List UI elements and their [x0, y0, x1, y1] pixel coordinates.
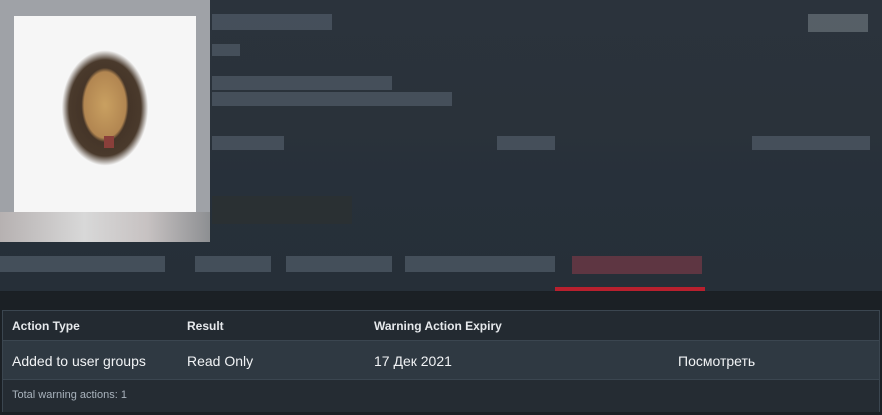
- obscured-tab[interactable]: [286, 256, 392, 272]
- avatar-picture: [42, 36, 168, 186]
- page: Action Type Result Warning Action Expiry…: [0, 0, 882, 415]
- table-footer: Total warning actions: 1: [3, 380, 879, 412]
- header-action-type: Action Type: [12, 319, 80, 333]
- obscured-text: [212, 92, 452, 106]
- active-tab-indicator: [555, 287, 705, 291]
- obscured-text: [212, 196, 352, 224]
- view-link[interactable]: Посмотреть: [678, 353, 755, 369]
- cell-action-type: Added to user groups: [12, 353, 146, 369]
- obscured-tab[interactable]: [405, 256, 555, 272]
- warning-actions-table: Action Type Result Warning Action Expiry…: [2, 310, 880, 412]
- obscured-stat: [497, 136, 555, 150]
- table-row: Added to user groups Read Only 17 Дек 20…: [3, 341, 879, 380]
- cell-expiry: 17 Дек 2021: [374, 353, 452, 369]
- avatar-image: [14, 16, 196, 212]
- total-warning-actions: Total warning actions: 1: [12, 389, 127, 401]
- obscured-stat: [212, 136, 284, 150]
- header-result: Result: [187, 319, 224, 333]
- profile-header-obscured: [0, 0, 882, 292]
- obscured-stat: [752, 136, 870, 150]
- obscured-tab[interactable]: [195, 256, 271, 272]
- obscured-username: [212, 14, 332, 30]
- obscured-text: [212, 76, 392, 90]
- obscured-text: [212, 44, 240, 56]
- obscured-button[interactable]: [808, 14, 868, 32]
- avatar-caption-obscured: [0, 212, 210, 242]
- obscured-tab-active[interactable]: [572, 256, 702, 274]
- avatar[interactable]: [0, 0, 210, 242]
- obscured-tab[interactable]: [0, 256, 165, 272]
- header-expiry: Warning Action Expiry: [374, 319, 502, 333]
- cell-result: Read Only: [187, 353, 254, 369]
- table-header: Action Type Result Warning Action Expiry: [3, 311, 879, 341]
